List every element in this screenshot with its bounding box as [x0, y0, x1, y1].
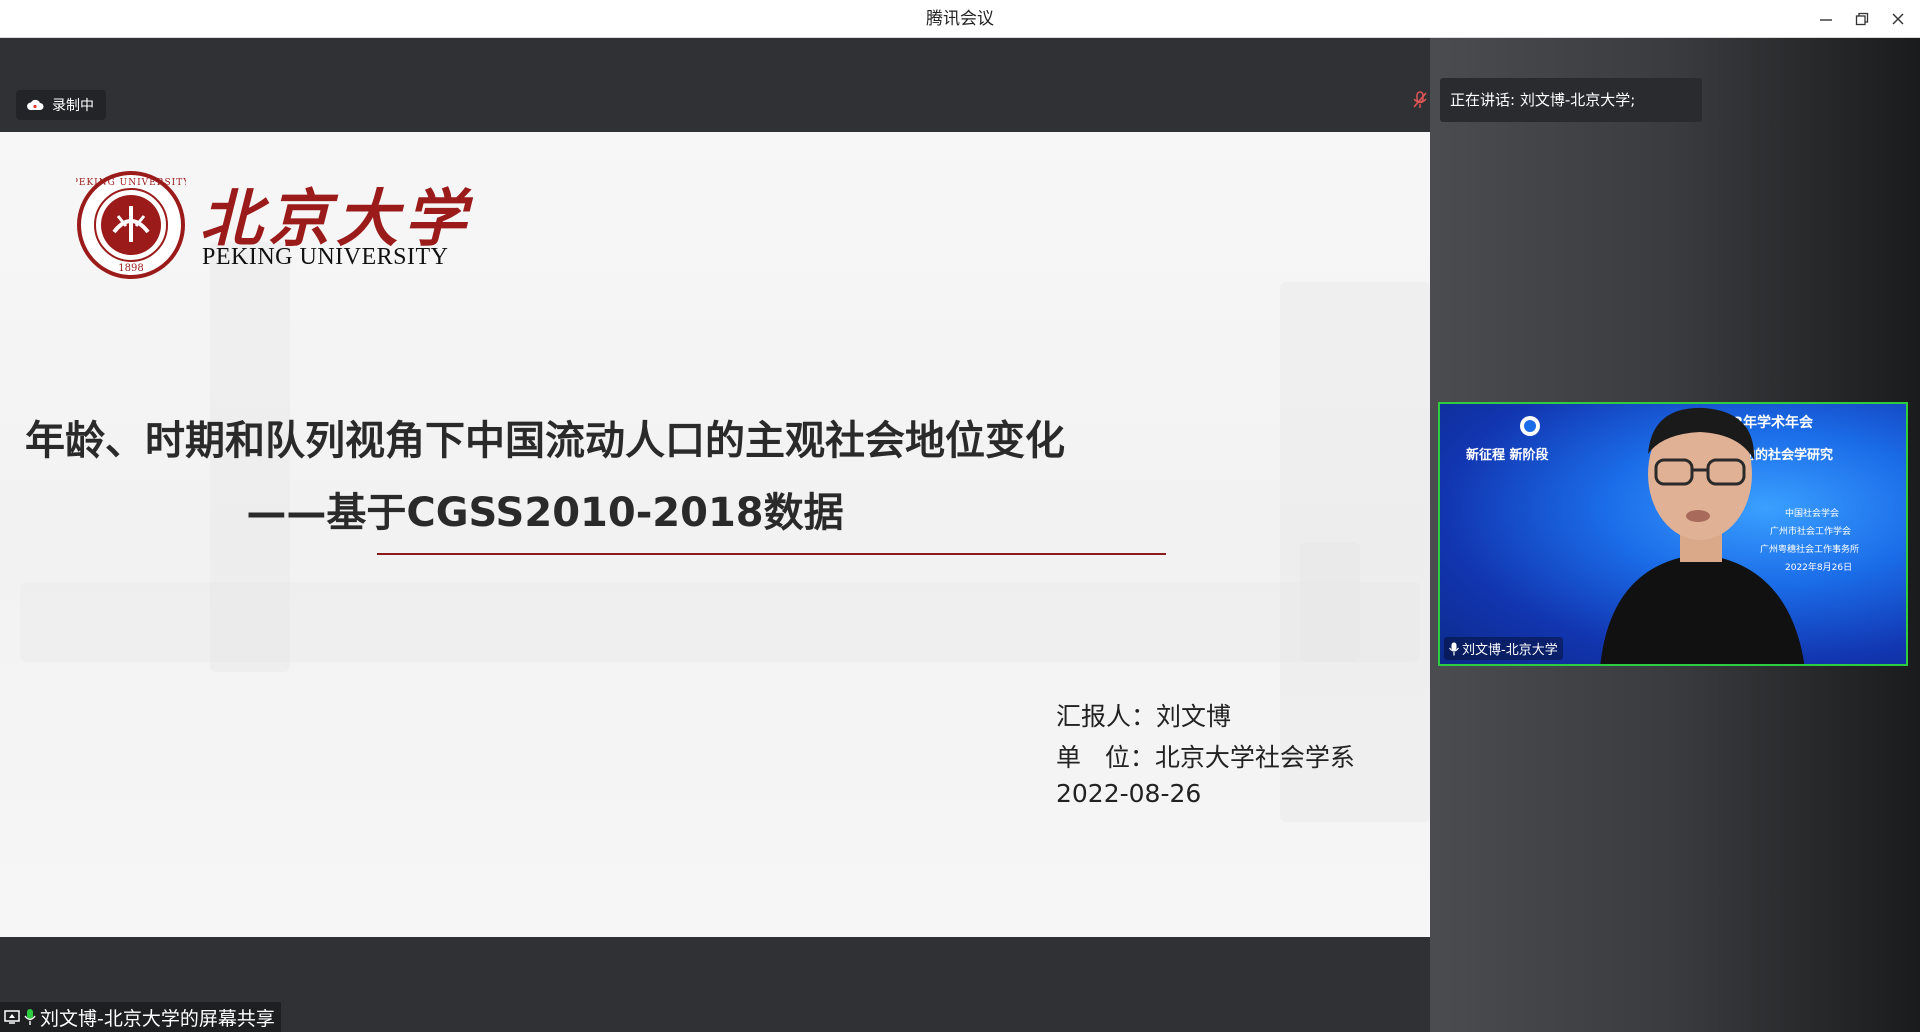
speaking-indicator: 正在讲话: 刘文博-北京大学; — [1400, 78, 1702, 122]
participant-name-tag: 刘文博-北京大学 — [1444, 637, 1563, 660]
close-icon — [1892, 13, 1904, 25]
restore-icon — [1855, 12, 1869, 26]
screen-share-label: 刘文博-北京大学的屏幕共享 — [40, 1007, 275, 1030]
recording-badge[interactable]: 录制中 — [16, 90, 106, 120]
presentation-slide: PEKING UNIVERSITY 1898 北京大学 PEKING UNIVE… — [0, 132, 1430, 937]
participant-video-tile[interactable]: 学会2022年学术年会 新征程 新阶段 工城乡流动的社会学研究 中国社会学会 广… — [1438, 402, 1908, 666]
speaking-label: 正在讲话: 刘文博-北京大学; — [1440, 78, 1702, 122]
banner-left: 新征程 新阶段 — [1466, 448, 1549, 463]
recording-label: 录制中 — [52, 98, 94, 114]
screen-share-tag: 刘文博-北京大学的屏幕共享 — [0, 1002, 281, 1032]
minimize-button[interactable] — [1808, 0, 1844, 38]
close-button[interactable] — [1880, 0, 1916, 38]
participant-video-image — [1600, 407, 1805, 664]
title-bar: 腾讯会议 — [0, 0, 1920, 38]
microphone-icon — [1449, 642, 1459, 655]
window-title: 腾讯会议 — [926, 9, 994, 29]
cloud-icon — [27, 99, 44, 110]
unit-line: 单 位：北京大学社会学系 — [1056, 743, 1355, 772]
mic-muted-icon — [1413, 91, 1427, 108]
restore-button[interactable] — [1844, 0, 1880, 38]
reporter-line: 汇报人：刘文博 — [1056, 702, 1232, 731]
microphone-icon — [24, 1009, 36, 1025]
slide-title-line2: ——基于CGSS2010-2018数据 — [246, 490, 844, 536]
university-name-en: PEKING UNIVERSITY — [202, 244, 449, 270]
shared-screen-stage: 录制中 PEKING UNIVERSITY 1898 北京大学 PEKING U… — [0, 38, 1430, 1032]
title-underline — [377, 553, 1166, 555]
mic-off-button[interactable] — [1400, 78, 1440, 122]
slide-title-line1: 年龄、时期和队列视角下中国流动人口的主观社会地位变化 — [25, 418, 1065, 464]
seal-year: 1898 — [118, 263, 143, 274]
screen-share-icon — [4, 1010, 20, 1024]
pku-seal-icon: PEKING UNIVERSITY 1898 — [76, 171, 186, 279]
date-line: 2022-08-26 — [1056, 779, 1202, 808]
minimize-icon — [1820, 19, 1832, 21]
society-logo-icon — [1520, 416, 1540, 436]
participant-name: 刘文博-北京大学 — [1462, 643, 1558, 658]
seal-text: PEKING UNIVERSITY — [76, 178, 186, 188]
